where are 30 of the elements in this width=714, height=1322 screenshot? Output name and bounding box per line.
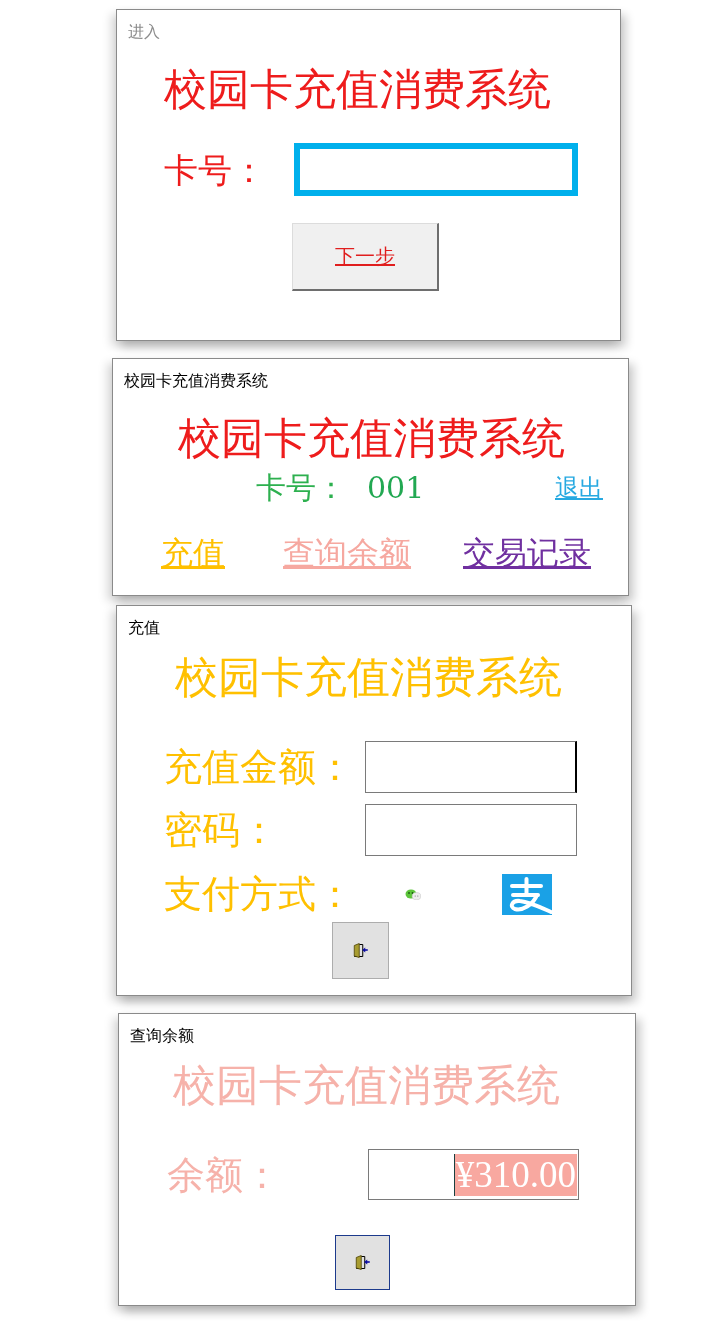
system-heading: 校园卡充值消费系统	[173, 1060, 560, 1110]
system-heading: 校园卡充值消费系统	[175, 652, 562, 702]
system-heading: 校园卡充值消费系统	[178, 413, 565, 463]
chat-bubbles-icon[interactable]	[405, 888, 421, 900]
window-title: 校园卡充值消费系统	[124, 371, 268, 391]
card-number-value: 001	[367, 470, 425, 506]
amount-field[interactable]	[365, 741, 577, 793]
card-number-label: 卡号：	[164, 149, 266, 190]
system-heading: 校园卡充值消费系统	[164, 64, 551, 114]
window-title: 充值	[128, 618, 160, 638]
payment-logo-icon[interactable]	[502, 873, 552, 915]
balance-field[interactable]: ¥310.00	[368, 1149, 579, 1200]
menu-link[interactable]: 交易记录	[463, 533, 591, 573]
password-field[interactable]	[365, 804, 577, 856]
window-title: 进入	[128, 22, 160, 42]
next-step-button[interactable]: 下一步	[292, 223, 439, 291]
menu-link[interactable]: 充值	[161, 533, 225, 573]
password-label: 密码：	[164, 808, 278, 852]
window-title: 查询余额	[130, 1026, 194, 1046]
door-icon	[354, 1255, 371, 1270]
menu-link[interactable]: 查询余额	[283, 533, 411, 573]
card-number-label: 卡号：	[256, 470, 346, 506]
payment-method-label: 支付方式：	[164, 872, 354, 916]
exit-link[interactable]: 退出	[555, 473, 603, 503]
balance-value: ¥310.00	[453, 1153, 577, 1196]
door-icon	[352, 943, 369, 958]
balance-label: 余额：	[167, 1152, 281, 1197]
card-number-field[interactable]	[294, 143, 578, 196]
exit-button[interactable]	[335, 1235, 390, 1290]
amount-label: 充值金额：	[164, 745, 354, 789]
